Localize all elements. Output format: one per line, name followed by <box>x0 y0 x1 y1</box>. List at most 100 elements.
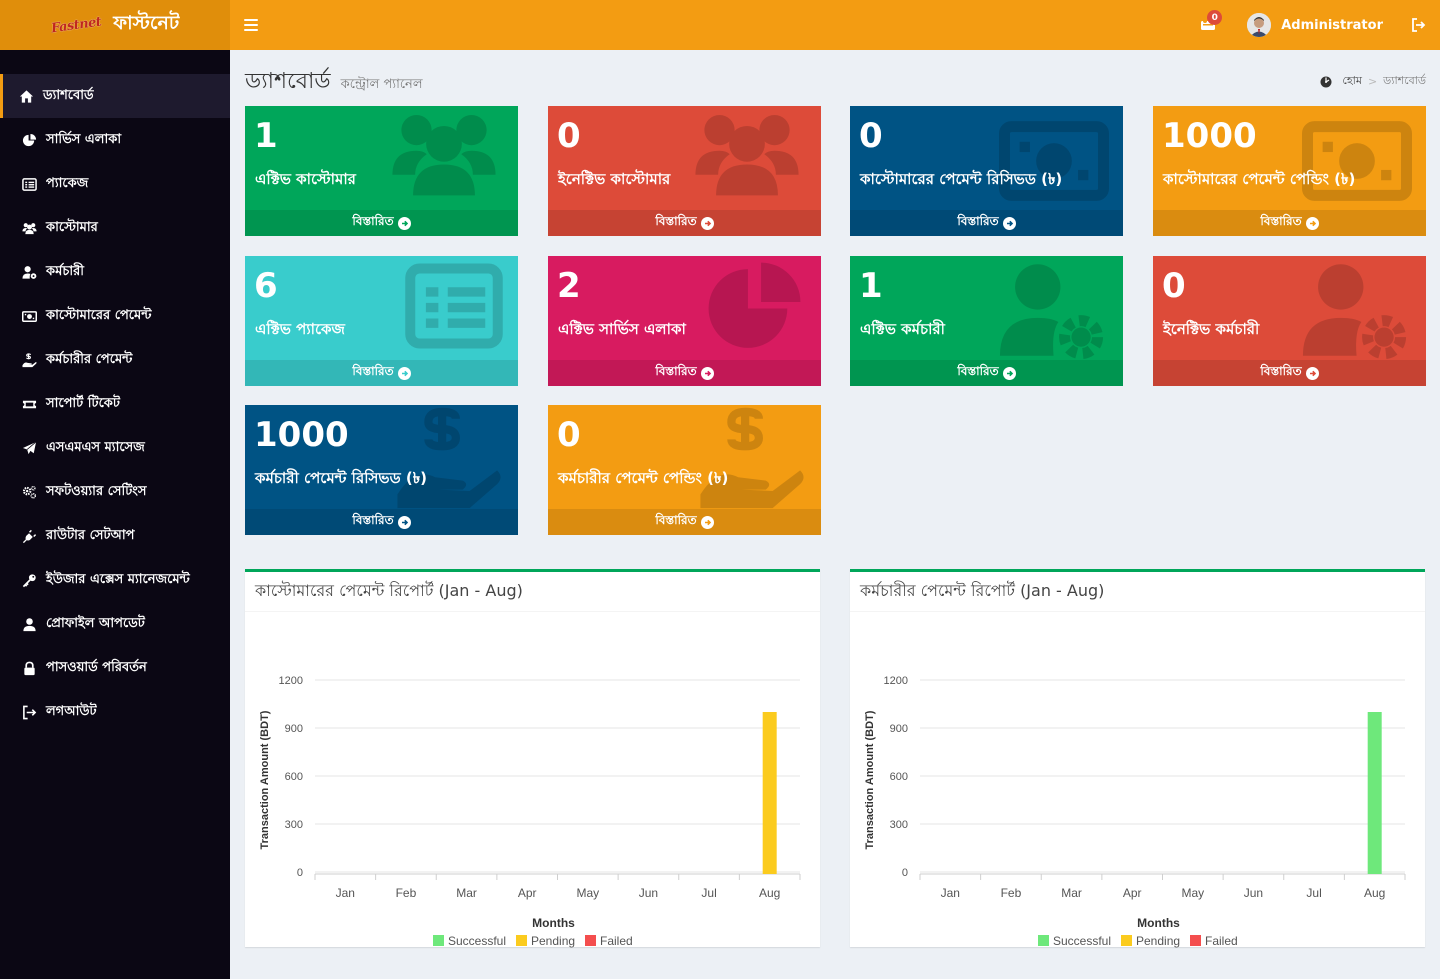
avatar <box>1247 13 1272 37</box>
arrow-circle-right-icon <box>397 515 411 529</box>
logout-button[interactable] <box>1411 18 1426 32</box>
sidebar-item[interactable]: সফটওয়্যার সেটিংস <box>0 470 230 514</box>
stat-value: 1000 <box>254 415 349 455</box>
bar-pending[interactable] <box>762 712 777 874</box>
sidebar-item[interactable]: কাস্টোমারের পেমেন্ট <box>0 294 230 338</box>
legend-label[interactable]: Failed <box>1205 934 1238 948</box>
x-tick-label: Jul <box>1306 886 1321 900</box>
stat-box: 2 এক্টিভ সার্ভিস এলাকা বিস্তারিত <box>548 256 821 386</box>
user-cog-icon <box>994 256 1109 370</box>
sidebar-item[interactable]: ইউজার এক্সেস ম্যানেজমেন্ট <box>0 558 230 602</box>
sidebar-item[interactable]: কর্মচারীর পেমেন্ট <box>0 338 230 382</box>
sidebar-item-label: কাস্টোমার <box>46 219 98 235</box>
x-axis-label: Months <box>532 916 575 930</box>
chart-title: কর্মচারীর পেমেন্ট রিপোর্ট (Jan - Aug) <box>850 572 1425 612</box>
legend-label[interactable]: Failed <box>600 934 633 948</box>
lock-icon <box>21 660 37 676</box>
details-link[interactable]: বিস্তারিত <box>850 210 1123 236</box>
details-link[interactable]: বিস্তারিত <box>1153 210 1426 236</box>
user-menu[interactable]: Administrator <box>1247 13 1383 37</box>
dashboard-icon <box>1320 76 1332 87</box>
details-link[interactable]: বিস্তারিত <box>548 360 821 386</box>
y-tick-label: 1200 <box>279 675 303 687</box>
y-tick-label: 0 <box>297 867 303 879</box>
top-header: Fastnet ফাস্টনেট 0 Administrator <box>0 0 1440 50</box>
x-tick-label: Apr <box>518 886 537 900</box>
customer-payment-chart-panel: কাস্টোমারের পেমেন্ট রিপোর্ট (Jan - Aug) … <box>245 569 820 948</box>
logo-area[interactable]: Fastnet ফাস্টনেট <box>0 0 230 50</box>
arrow-circle-right-icon <box>1305 216 1319 230</box>
details-link[interactable]: বিস্তারিত <box>548 210 821 236</box>
breadcrumb-separator: > <box>1367 75 1378 88</box>
details-link[interactable]: বিস্তারিত <box>245 360 518 386</box>
ticket-icon <box>21 396 37 412</box>
main-content: ড্যাশবোর্ড কন্ট্রোল প্যানেল হোম > ড্যাশব… <box>230 50 1440 979</box>
stat-box: 1000 কর্মচারী পেমেন্ট রিসিভড (৳) বিস্তারিত <box>245 405 518 535</box>
sidebar-toggle-icon[interactable] <box>244 15 258 35</box>
details-link[interactable]: বিস্তারিত <box>850 360 1123 386</box>
legend-label[interactable]: Pending <box>531 934 575 948</box>
legend-swatch <box>1190 935 1201 946</box>
money-icon <box>999 106 1109 220</box>
y-tick-label: 300 <box>285 819 303 831</box>
stat-box: 1 এক্টিভ কর্মচারী বিস্তারিত <box>850 256 1123 386</box>
sidebar-item-label: পাসওয়ার্ড পরিবর্তন <box>46 659 147 675</box>
sidebar-item[interactable]: প্যাকেজ <box>0 162 230 206</box>
bar-successful[interactable] <box>1367 712 1382 874</box>
y-tick-label: 600 <box>890 771 908 783</box>
details-link[interactable]: বিস্তারিত <box>1153 360 1426 386</box>
stat-value: 0 <box>557 116 581 156</box>
page-subtitle: কন্ট্রোল প্যানেল <box>340 77 423 92</box>
sidebar-item[interactable]: কাস্টোমার <box>0 206 230 250</box>
y-tick-label: 900 <box>890 723 908 735</box>
user-cog-icon <box>21 264 37 280</box>
sidebar-item[interactable]: কর্মচারী <box>0 250 230 294</box>
notification-button[interactable]: 0 <box>1193 0 1223 50</box>
stat-label: এক্টিভ প্যাকেজ <box>255 320 345 338</box>
legend-label[interactable]: Successful <box>448 934 506 948</box>
chart-title: কাস্টোমারের পেমেন্ট রিপোর্ট (Jan - Aug) <box>245 572 820 612</box>
stat-value: 1000 <box>1162 116 1257 156</box>
pie-chart-icon <box>21 132 37 148</box>
page-title: ড্যাশবোর্ড <box>245 69 331 94</box>
stat-label: কাস্টোমারের পেমেন্ট রিসিভড (৳) <box>860 170 1063 188</box>
arrow-circle-right-icon <box>1002 366 1016 380</box>
legend-swatch <box>1121 935 1132 946</box>
legend-label[interactable]: Pending <box>1136 934 1180 948</box>
breadcrumb-home[interactable]: হোম <box>1342 72 1362 91</box>
sidebar-item-label: প্যাকেজ <box>46 175 89 191</box>
sidebar-item[interactable]: এসএমএস ম্যাসেজ <box>0 426 230 470</box>
pie-chart-icon <box>702 256 807 365</box>
notification-badge: 0 <box>1207 10 1223 25</box>
sidebar-item[interactable]: রাউটার সেটআপ <box>0 514 230 558</box>
details-link[interactable]: বিস্তারিত <box>245 509 518 535</box>
legend-swatch <box>433 935 444 946</box>
y-axis-label: Transaction Amount (BDT) <box>259 710 271 849</box>
user-icon <box>21 616 37 632</box>
brand-logo: Fastnet <box>49 14 103 36</box>
customer-payment-chart: 0 300 600 900 1200 Jan Feb Mar Apr May Jun Jul Aug Tr… <box>259 675 801 948</box>
stat-label: কাস্টোমারের পেমেন্ট পেন্ডিং (৳) <box>1163 170 1356 188</box>
y-tick-label: 600 <box>285 771 303 783</box>
legend-swatch <box>585 935 596 946</box>
details-link[interactable]: বিস্তারিত <box>548 509 821 535</box>
details-label: বিস্তারিত <box>957 214 999 228</box>
sidebar-item[interactable]: ড্যাশবোর্ড <box>0 74 230 118</box>
sidebar-item[interactable]: সার্ভিস এলাকা <box>0 118 230 162</box>
list-icon <box>21 176 37 192</box>
legend-label[interactable]: Successful <box>1053 934 1111 948</box>
stat-label: ইনেক্টিভ কর্মচারী <box>1163 320 1260 338</box>
sidebar-item[interactable]: প্রোফাইল আপডেট <box>0 602 230 646</box>
sidebar-item[interactable]: পাসওয়ার্ড পরিবর্তন <box>0 646 230 690</box>
sidebar-item[interactable]: লগআউট <box>0 690 230 734</box>
details-label: বিস্তারিত <box>1260 214 1302 228</box>
stat-label: এক্টিভ কর্মচারী <box>860 320 945 338</box>
details-label: বিস্তারিত <box>352 364 394 378</box>
home-icon <box>18 88 34 104</box>
stat-label: কর্মচারীর পেমেন্ট পেন্ডিং (৳) <box>558 469 729 487</box>
sidebar-item[interactable]: সাপোর্ট টিকেট <box>0 382 230 426</box>
details-link[interactable]: বিস্তারিত <box>245 210 518 236</box>
sidebar: ড্যাশবোর্ড সার্ভিস এলাকা প্যাকেজ কাস্টোমার ক… <box>0 50 230 979</box>
x-tick-label: May <box>576 886 599 900</box>
legend-swatch <box>1038 935 1049 946</box>
